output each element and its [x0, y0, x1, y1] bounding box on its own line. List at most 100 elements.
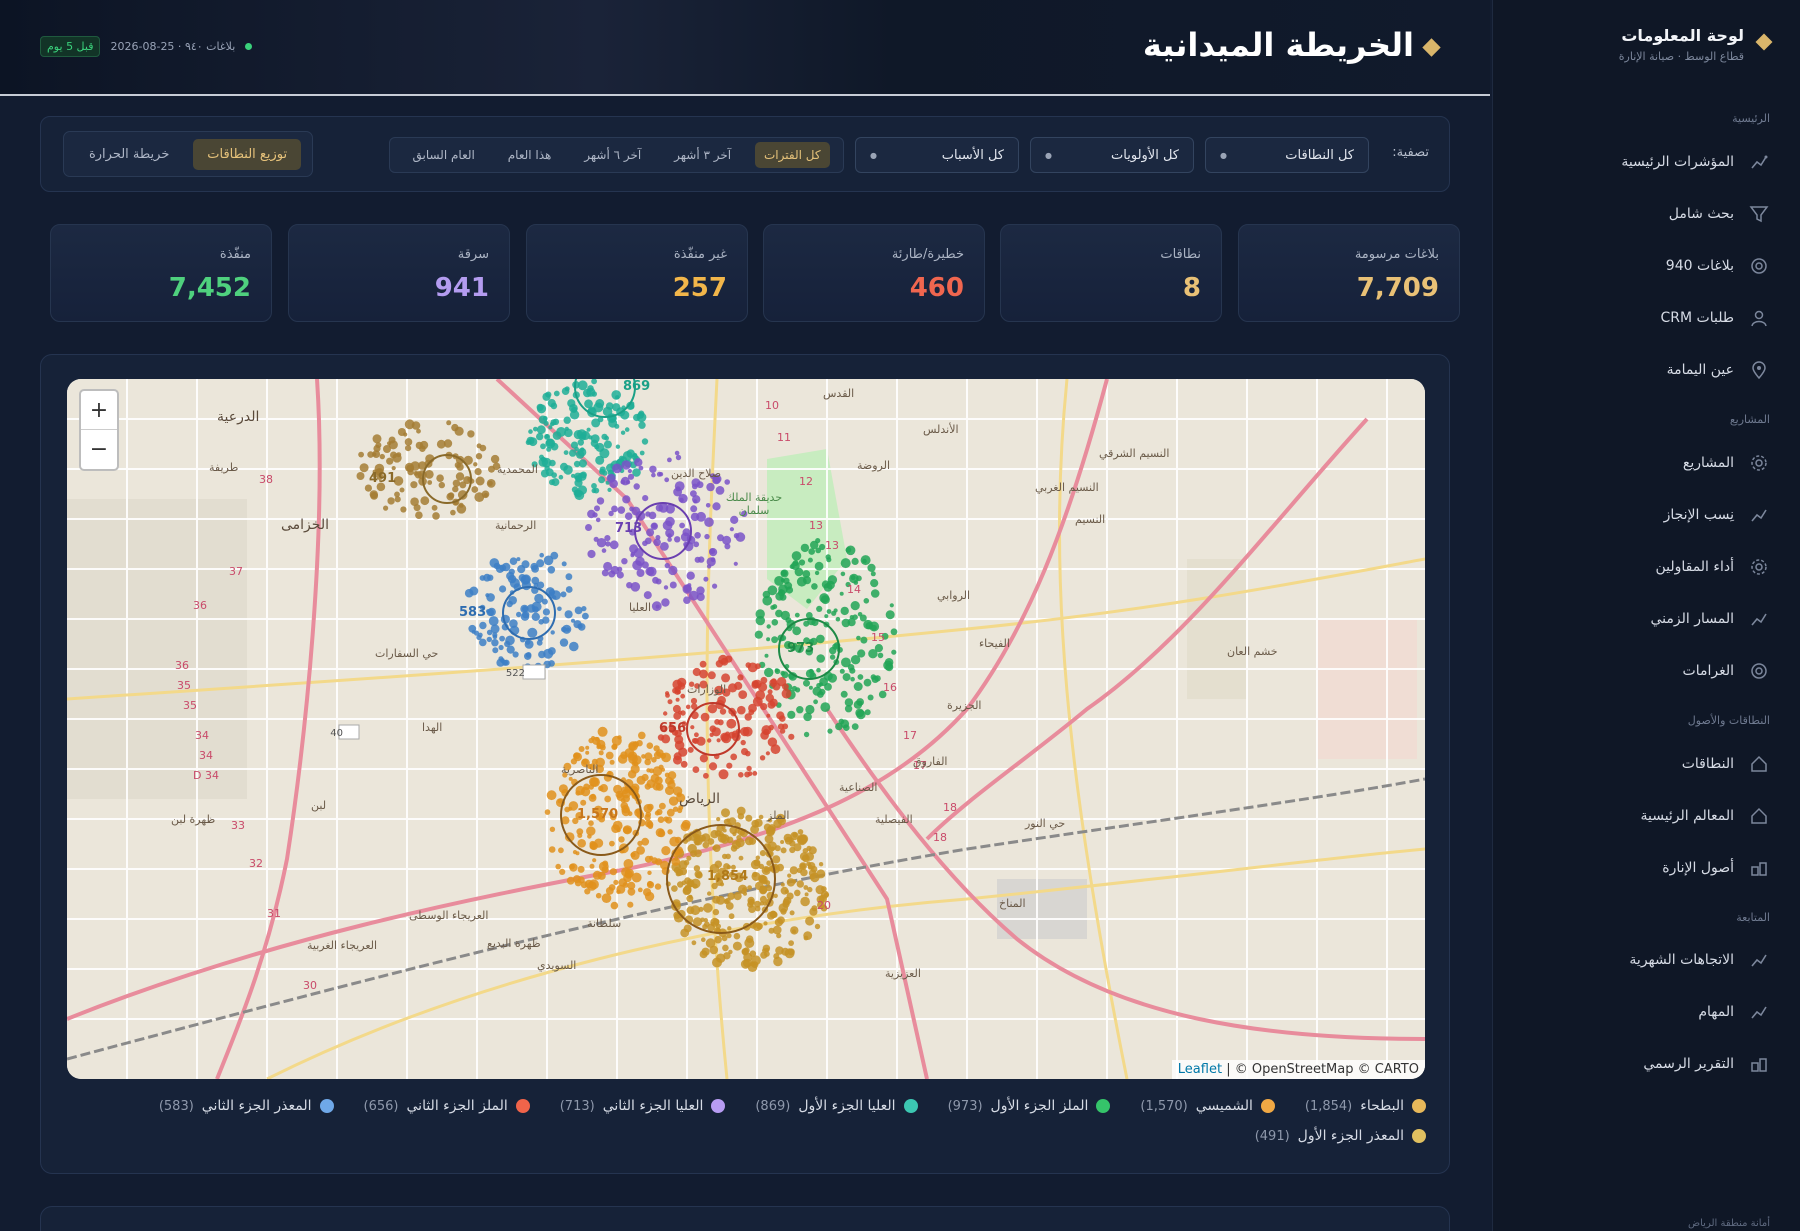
report-point[interactable]	[717, 534, 724, 542]
report-point[interactable]	[524, 639, 534, 649]
report-point[interactable]	[799, 862, 807, 870]
report-point[interactable]	[709, 732, 714, 737]
report-point[interactable]	[609, 540, 619, 550]
report-point[interactable]	[592, 858, 597, 863]
report-point[interactable]	[578, 746, 585, 752]
report-point[interactable]	[664, 477, 670, 483]
report-point[interactable]	[499, 564, 507, 572]
report-point[interactable]	[636, 569, 645, 577]
report-point[interactable]	[641, 837, 650, 846]
report-point[interactable]	[487, 480, 493, 486]
report-point[interactable]	[840, 571, 846, 577]
report-point[interactable]	[694, 532, 701, 539]
report-point[interactable]	[816, 605, 823, 612]
report-point[interactable]	[782, 898, 790, 906]
report-point[interactable]	[845, 547, 852, 553]
report-point[interactable]	[686, 906, 695, 915]
report-point[interactable]	[779, 715, 786, 722]
report-point[interactable]	[476, 634, 482, 641]
report-point[interactable]	[751, 681, 759, 689]
leaflet-link[interactable]: Leaflet	[1178, 1062, 1222, 1077]
report-point[interactable]	[390, 451, 397, 459]
period-all[interactable]: كل الفترات	[755, 142, 830, 168]
report-point[interactable]	[575, 790, 581, 796]
report-point[interactable]	[667, 829, 673, 835]
report-point[interactable]	[803, 885, 809, 890]
report-point[interactable]	[564, 610, 573, 619]
report-point[interactable]	[410, 461, 421, 471]
report-point[interactable]	[728, 817, 737, 826]
report-point[interactable]	[471, 629, 476, 634]
report-point[interactable]	[427, 480, 433, 485]
report-point[interactable]	[674, 735, 684, 745]
report-point[interactable]	[596, 497, 605, 505]
report-point[interactable]	[803, 931, 813, 940]
report-point[interactable]	[740, 727, 750, 737]
report-point[interactable]	[699, 950, 708, 959]
report-point[interactable]	[574, 446, 579, 452]
report-point[interactable]	[860, 555, 871, 566]
report-point[interactable]	[788, 733, 795, 740]
report-point[interactable]	[859, 614, 867, 622]
legend-item[interactable]: الملز الجزء الأول (973)	[948, 1098, 1111, 1114]
report-point[interactable]	[548, 660, 555, 667]
report-point[interactable]	[499, 585, 507, 593]
report-point[interactable]	[835, 722, 843, 731]
report-point[interactable]	[551, 478, 560, 487]
report-point[interactable]	[698, 906, 704, 912]
report-point[interactable]	[856, 709, 866, 720]
report-point[interactable]	[743, 891, 747, 896]
report-point[interactable]	[776, 863, 784, 872]
report-point[interactable]	[789, 866, 798, 875]
report-point[interactable]	[471, 486, 479, 493]
report-point[interactable]	[805, 916, 815, 926]
report-point[interactable]	[891, 649, 897, 655]
report-point[interactable]	[857, 674, 864, 680]
legend-item[interactable]: الشميسي (1,570)	[1140, 1098, 1275, 1114]
report-point[interactable]	[806, 845, 812, 851]
report-point[interactable]	[816, 667, 821, 673]
report-point[interactable]	[545, 438, 554, 447]
report-point[interactable]	[680, 693, 686, 699]
sidebar-item-kpis[interactable]: المؤشرات الرئيسية	[1520, 144, 1770, 180]
report-point[interactable]	[577, 839, 586, 848]
report-point[interactable]	[675, 454, 682, 461]
report-point[interactable]	[737, 705, 746, 715]
sidebar-item-contractors[interactable]: أداء المقاولين	[1520, 549, 1770, 585]
report-point[interactable]	[520, 604, 529, 614]
report-point[interactable]	[715, 660, 724, 668]
report-point[interactable]	[799, 852, 809, 861]
report-point[interactable]	[531, 612, 540, 621]
report-point[interactable]	[431, 504, 438, 511]
report-point[interactable]	[704, 921, 710, 927]
report-point[interactable]	[551, 472, 557, 478]
report-point[interactable]	[536, 432, 544, 441]
report-point[interactable]	[857, 649, 866, 658]
report-point[interactable]	[632, 741, 638, 746]
report-point[interactable]	[564, 806, 571, 813]
report-point[interactable]	[856, 635, 861, 641]
report-point[interactable]	[773, 956, 783, 967]
report-point[interactable]	[473, 462, 478, 467]
report-point[interactable]	[824, 614, 829, 619]
report-point[interactable]	[573, 460, 581, 468]
report-point[interactable]	[509, 619, 518, 628]
report-point[interactable]	[630, 553, 635, 558]
report-point[interactable]	[629, 506, 634, 512]
report-point[interactable]	[599, 468, 606, 475]
report-point[interactable]	[842, 673, 851, 682]
report-point[interactable]	[585, 745, 590, 750]
report-point[interactable]	[726, 762, 733, 769]
report-point[interactable]	[796, 576, 807, 587]
report-point[interactable]	[615, 395, 620, 400]
report-point[interactable]	[850, 601, 860, 611]
report-point[interactable]	[660, 542, 669, 551]
report-point[interactable]	[520, 612, 530, 621]
report-point[interactable]	[595, 892, 602, 899]
report-point[interactable]	[592, 512, 598, 518]
report-point[interactable]	[813, 699, 818, 705]
report-point[interactable]	[568, 776, 573, 781]
report-point[interactable]	[479, 444, 487, 452]
report-point[interactable]	[622, 825, 633, 835]
report-point[interactable]	[573, 752, 582, 762]
